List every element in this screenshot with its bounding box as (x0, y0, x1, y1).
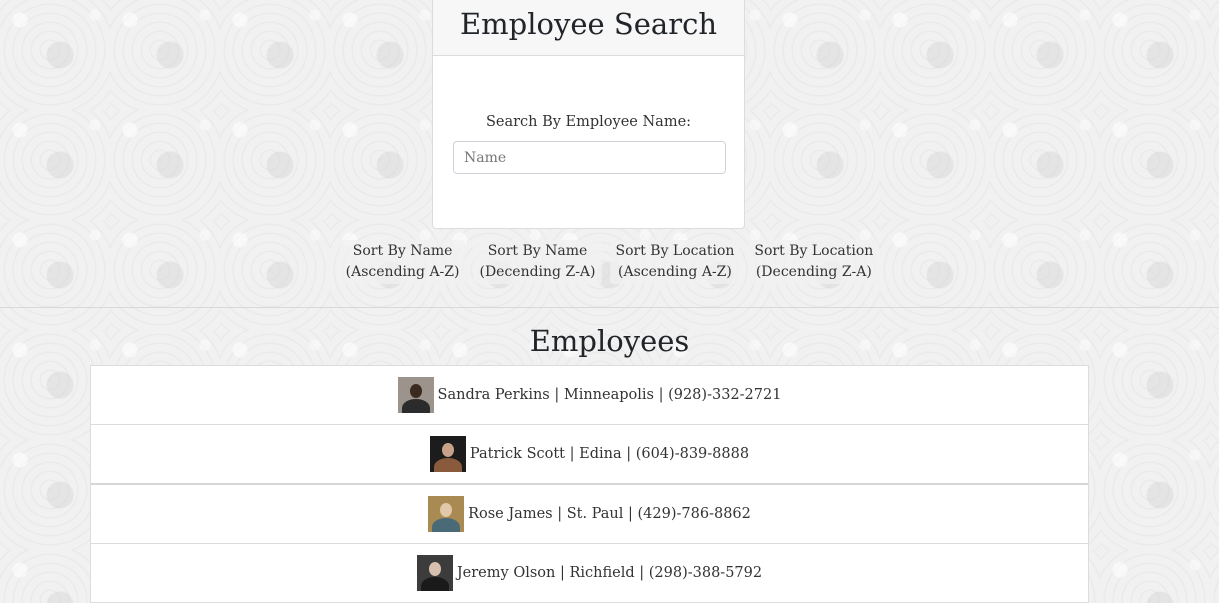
employees-title: Employees (529, 324, 690, 358)
sort-name-desc-button[interactable]: Sort By Name (Decending Z-A) (473, 240, 602, 284)
page-title: Employee Search (460, 7, 717, 41)
sort-bar: Sort By Name (Ascending A-Z) Sort By Nam… (0, 240, 1219, 284)
sort-button-line2: (Ascending A-Z) (345, 264, 460, 280)
avatar (397, 377, 434, 413)
divider (0, 307, 1219, 308)
avatar (429, 436, 466, 472)
employee-info: Rose James | St. Paul | (429)-786-8862 (468, 506, 751, 522)
employee-info: Sandra Perkins | Minneapolis | (928)-332… (437, 387, 782, 403)
sort-button-line1: Sort By Location (615, 243, 735, 259)
sort-button-line1: Sort By Name (352, 243, 453, 259)
search-card-header: Employee Search (433, 0, 744, 56)
sort-location-asc-button[interactable]: Sort By Location (Ascending A-Z) (609, 240, 741, 284)
employee-row[interactable]: Patrick Scott | Edina | (604)-839-8888 (91, 425, 1088, 485)
sort-button-line2: (Decending Z-A) (755, 264, 872, 280)
sort-name-asc-button[interactable]: Sort By Name (Ascending A-Z) (339, 240, 466, 284)
employee-info: Jeremy Olson | Richfield | (298)-388-579… (456, 565, 763, 581)
avatar (428, 496, 465, 532)
sort-button-line2: (Decending Z-A) (479, 264, 596, 280)
sort-location-desc-button[interactable]: Sort By Location (Decending Z-A) (748, 240, 880, 284)
sort-button-line2: (Ascending A-Z) (618, 264, 732, 280)
search-card: Employee Search Search By Employee Name: (432, 0, 745, 229)
sort-button-line1: Sort By Location (754, 243, 874, 259)
employee-info: Patrick Scott | Edina | (604)-839-8888 (469, 446, 750, 462)
employee-list: Sandra Perkins | Minneapolis | (928)-332… (90, 365, 1089, 603)
sort-button-line1: Sort By Name (487, 243, 588, 259)
employee-row[interactable]: Jeremy Olson | Richfield | (298)-388-579… (91, 544, 1088, 603)
employee-row[interactable]: Sandra Perkins | Minneapolis | (928)-332… (91, 366, 1088, 425)
search-input[interactable] (453, 141, 726, 174)
search-label: Search By Employee Name: (485, 114, 692, 130)
avatar (416, 555, 453, 591)
employee-row[interactable]: Rose James | St. Paul | (429)-786-8862 (91, 485, 1088, 544)
